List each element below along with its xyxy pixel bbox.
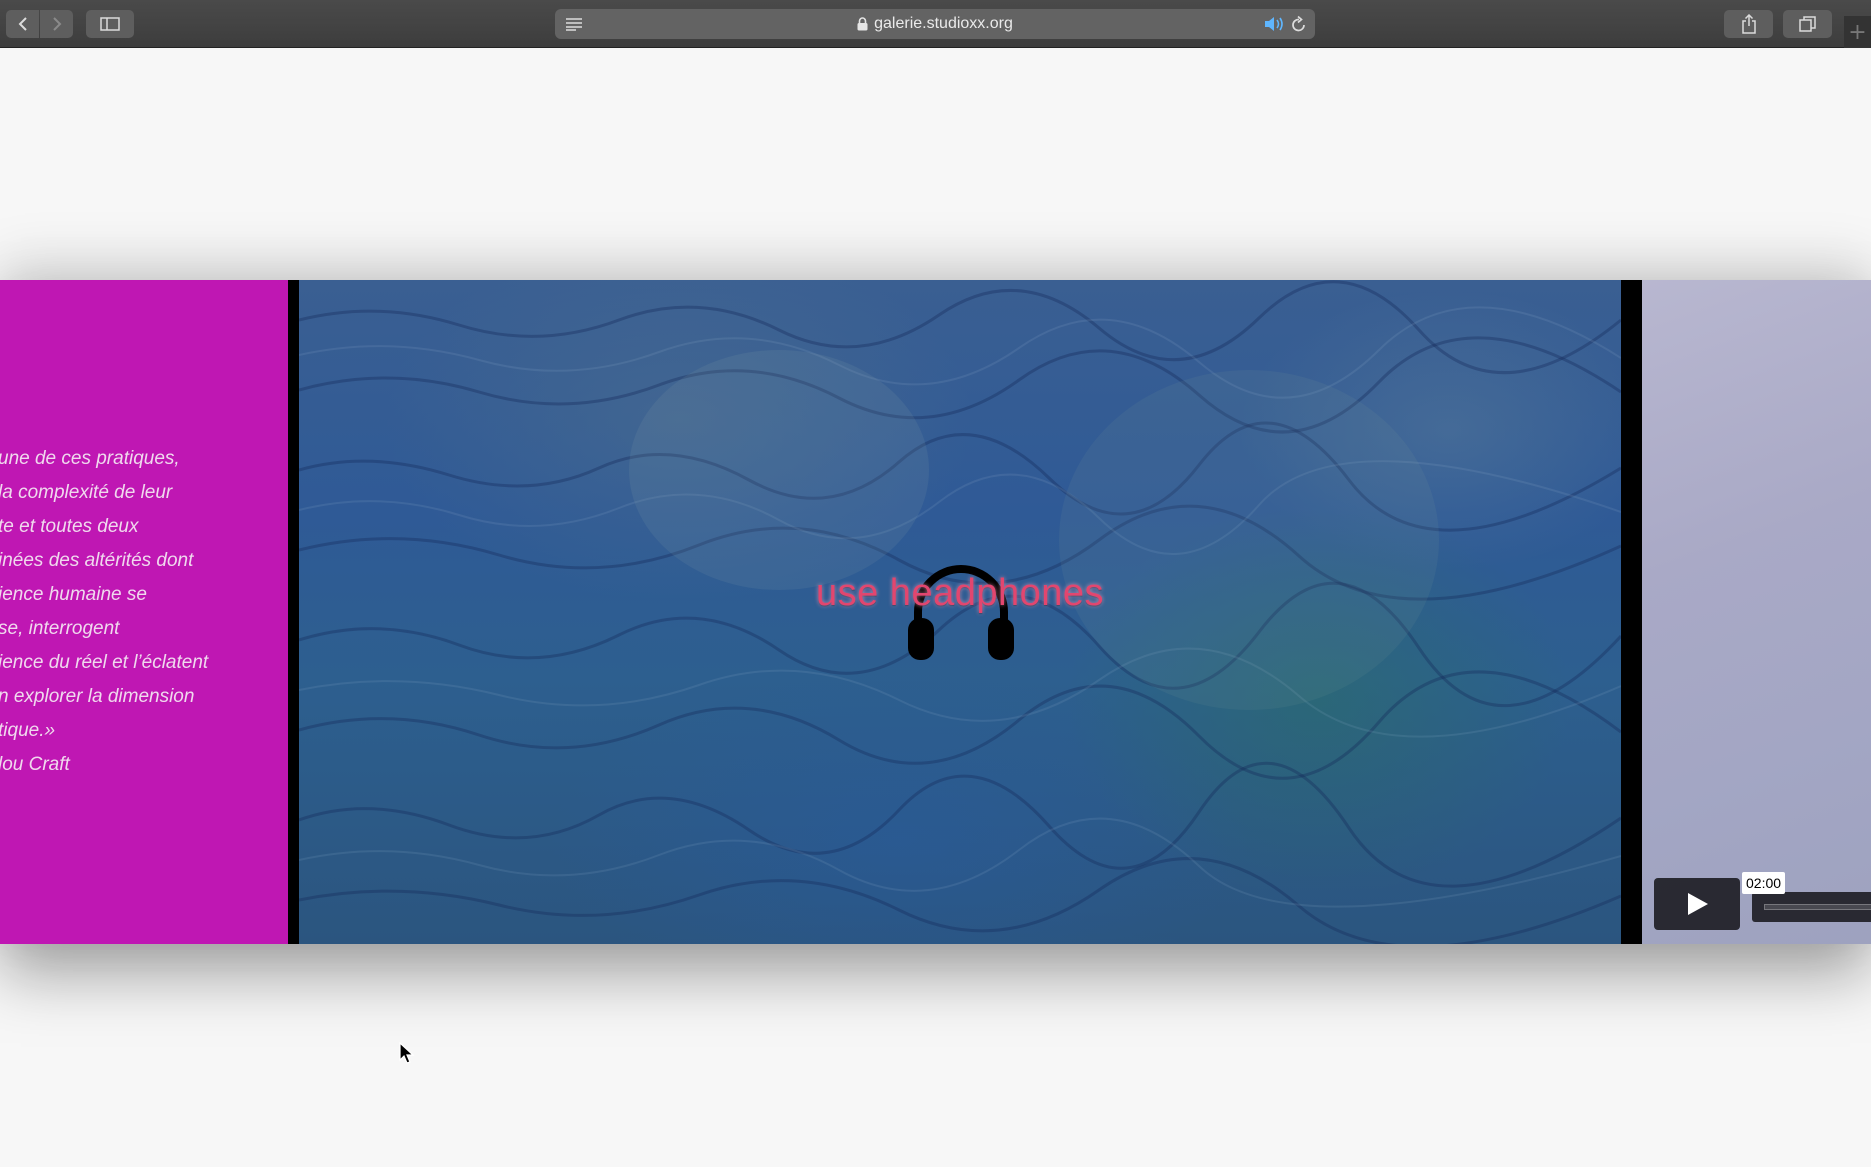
quote-line: une de ces pratiques, — [0, 448, 180, 469]
time-tooltip: 02:00 — [1742, 872, 1786, 894]
quote-line: ience du réel et l’éclatent — [0, 652, 209, 673]
play-button[interactable] — [1654, 878, 1740, 930]
quote-author: lou Craft — [0, 754, 70, 775]
artwork-text-panel: une de ces pratiques, la complexité de l… — [0, 280, 288, 944]
quote-line: inées des altérités dont — [0, 550, 194, 571]
quote-line: tique.» — [0, 720, 56, 741]
secondary-video[interactable]: 02:00 — [1642, 280, 1871, 944]
address-bar[interactable]: galerie.studioxx.org — [555, 9, 1315, 39]
main-video[interactable]: use headphones — [299, 280, 1621, 944]
tabs-icon — [1798, 16, 1816, 32]
chevron-right-icon — [52, 17, 61, 31]
artwork-quote: une de ces pratiques, la complexité de l… — [0, 442, 288, 782]
progress-track[interactable] — [1764, 904, 1871, 910]
plus-icon: + — [1848, 19, 1867, 45]
share-icon — [1741, 14, 1756, 34]
sidebar-toggle-button[interactable] — [86, 10, 134, 38]
quote-line: n explorer la dimension — [0, 686, 195, 707]
mouse-cursor-icon — [399, 1042, 415, 1064]
back-button[interactable] — [6, 10, 39, 38]
page-content: une de ces pratiques, la complexité de l… — [0, 49, 1871, 1167]
reload-icon[interactable] — [1291, 15, 1307, 33]
tab-overview-button[interactable] — [1783, 10, 1832, 38]
divider — [1621, 280, 1642, 944]
forward-button[interactable] — [40, 10, 73, 38]
gallery-band: une de ces pratiques, la complexité de l… — [0, 280, 1871, 944]
browser-toolbar: galerie.studioxx.org + — [0, 0, 1871, 48]
quote-line: ience humaine se — [0, 584, 147, 605]
sidebar-icon — [100, 17, 120, 31]
chevron-left-icon — [18, 17, 27, 31]
lock-icon — [857, 17, 868, 31]
video-progress-bar[interactable] — [1752, 892, 1871, 922]
divider — [288, 280, 299, 944]
url-text[interactable]: galerie.studioxx.org — [874, 15, 1013, 33]
quote-line: se, interrogent — [0, 618, 120, 639]
play-icon — [1688, 893, 1708, 915]
quote-line: te et toutes deux — [0, 516, 139, 537]
new-tab-button[interactable]: + — [1844, 16, 1871, 48]
use-headphones-label: use headphones — [815, 572, 1105, 614]
share-button[interactable] — [1724, 10, 1773, 38]
url-container: galerie.studioxx.org — [555, 9, 1315, 39]
speaker-icon[interactable] — [1263, 16, 1285, 32]
quote-line: la complexité de leur — [0, 482, 173, 503]
